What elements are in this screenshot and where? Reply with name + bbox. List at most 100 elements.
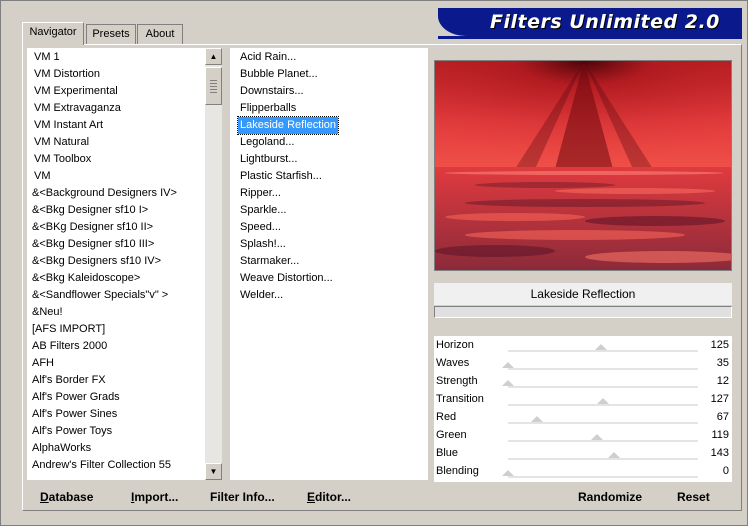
- category-item[interactable]: &<Bkg Designer sf10 III>: [32, 236, 154, 253]
- parameter-slider-thumb[interactable]: [502, 362, 514, 368]
- category-item[interactable]: VM Natural: [34, 134, 89, 151]
- filter-item[interactable]: Plastic Starfish...: [238, 168, 324, 185]
- category-item[interactable]: &<BKg Designer sf10 II>: [32, 219, 153, 236]
- progress-bar: [434, 306, 732, 318]
- category-list[interactable]: VM 1 VM Distortion VM Experimental VM Extra…: [27, 48, 222, 480]
- parameter-slider-track[interactable]: [508, 404, 698, 406]
- parameter-value: 67: [716, 411, 729, 423]
- filter-item[interactable]: Downstairs...: [238, 83, 306, 100]
- filter-list[interactable]: Acid Rain... Bubble Planet... Downstairs..…: [230, 48, 428, 480]
- category-item[interactable]: VM Instant Art: [34, 117, 103, 134]
- parameter-row[interactable]: Waves 35: [434, 354, 732, 372]
- category-item[interactable]: VM Distortion: [34, 66, 100, 83]
- filter-item[interactable]: Starmaker...: [238, 253, 301, 270]
- parameter-value: 0: [722, 465, 729, 477]
- parameter-slider-track[interactable]: [508, 350, 698, 352]
- category-item[interactable]: VM Extravaganza: [34, 100, 121, 117]
- parameter-value: 125: [710, 339, 729, 351]
- category-item[interactable]: Alf's Power Grads: [32, 389, 120, 406]
- parameter-slider-thumb[interactable]: [502, 470, 514, 476]
- filter-info-button[interactable]: Filter Info...: [210, 489, 275, 505]
- category-item[interactable]: AlphaWorks: [32, 440, 91, 457]
- category-item[interactable]: VM 1: [34, 49, 60, 66]
- parameter-slider-thumb[interactable]: [595, 344, 608, 350]
- parameter-slider-thumb[interactable]: [597, 398, 609, 404]
- parameter-slider-thumb[interactable]: [608, 452, 621, 458]
- category-item[interactable]: VM Toolbox: [34, 151, 91, 168]
- database-button[interactable]: Database: [40, 489, 93, 505]
- parameter-slider-thumb[interactable]: [530, 416, 543, 422]
- category-item[interactable]: Andrew's Filter Collection 55: [32, 457, 171, 474]
- parameter-slider-track[interactable]: [508, 458, 698, 460]
- scroll-thumb[interactable]: [205, 67, 222, 105]
- filter-item[interactable]: Acid Rain...: [238, 49, 298, 66]
- parameter-row[interactable]: Blending 0: [434, 462, 732, 480]
- parameter-value: 12: [716, 375, 729, 387]
- category-item[interactable]: &<Sandflower Specials"v" >: [32, 287, 168, 304]
- category-item[interactable]: &<Bkg Kaleidoscope>: [32, 270, 140, 287]
- import-button[interactable]: Import...: [131, 489, 178, 505]
- parameter-value: 35: [716, 357, 729, 369]
- preview-caption: Lakeside Reflection: [434, 283, 732, 305]
- parameter-row[interactable]: Strength 12: [434, 372, 732, 390]
- filter-item[interactable]: Splash!...: [238, 236, 288, 253]
- parameter-slider-track[interactable]: [508, 368, 698, 370]
- filter-item[interactable]: Sparkle...: [238, 202, 288, 219]
- parameter-slider-thumb[interactable]: [502, 380, 514, 386]
- parameter-label: Transition: [436, 393, 484, 405]
- category-item[interactable]: VM Experimental: [34, 83, 118, 100]
- filter-item-selected[interactable]: Lakeside Reflection: [236, 116, 340, 135]
- app-title-banner: Filters Unlimited 2.0: [438, 8, 742, 36]
- filter-item[interactable]: Welder...: [238, 287, 285, 304]
- reset-button[interactable]: Reset: [677, 489, 710, 505]
- bottom-button-bar: Database Import... Filter Info... Editor…: [22, 482, 742, 510]
- category-item[interactable]: Alf's Power Toys: [32, 423, 112, 440]
- parameter-row[interactable]: Red 67: [434, 408, 732, 426]
- parameter-label: Strength: [436, 375, 478, 387]
- filter-item[interactable]: Lightburst...: [238, 151, 299, 168]
- parameter-label: Blue: [436, 447, 459, 459]
- parameter-slider-track[interactable]: [508, 422, 698, 424]
- category-item[interactable]: AB Filters 2000: [32, 338, 107, 355]
- parameter-label: Waves: [436, 357, 470, 369]
- banner-stripe: [438, 36, 742, 39]
- filter-item[interactable]: Weave Distortion...: [238, 270, 335, 287]
- lakeside-preview-graphic: [435, 61, 731, 270]
- category-item[interactable]: &<Bkg Designer sf10 I>: [32, 202, 148, 219]
- parameter-value: 119: [711, 429, 729, 441]
- editor-button[interactable]: Editor...: [307, 489, 351, 505]
- parameter-row[interactable]: Green 119: [434, 426, 732, 444]
- category-item[interactable]: [AFS IMPORT]: [32, 321, 105, 338]
- category-item[interactable]: &<Background Designers IV>: [32, 185, 177, 202]
- filter-item[interactable]: Speed...: [238, 219, 283, 236]
- category-item[interactable]: &Neu!: [32, 304, 63, 321]
- category-item[interactable]: &<Bkg Designers sf10 IV>: [32, 253, 161, 270]
- tab-presets[interactable]: Presets: [86, 24, 136, 44]
- parameter-label: Red: [436, 411, 457, 423]
- category-item[interactable]: VM: [34, 168, 51, 185]
- category-scrollbar[interactable]: ▲ ▼: [205, 48, 222, 480]
- category-item[interactable]: Alf's Power Sines: [32, 406, 117, 423]
- category-item[interactable]: Alf's Border FX: [32, 372, 106, 389]
- filter-item[interactable]: Bubble Planet...: [238, 66, 320, 83]
- parameter-slider-thumb[interactable]: [591, 434, 604, 440]
- parameter-row[interactable]: Blue 143: [434, 444, 732, 462]
- scroll-down-button[interactable]: ▼: [205, 463, 222, 480]
- parameter-slider-track[interactable]: [508, 386, 698, 388]
- parameter-row[interactable]: Transition 127: [434, 390, 732, 408]
- parameter-slider-track[interactable]: [508, 440, 698, 442]
- parameter-list: Horizon 125 Waves 35 Strength 12 Transition 127…: [434, 336, 732, 482]
- parameter-row[interactable]: Horizon 125: [434, 336, 732, 354]
- category-item[interactable]: AFH: [32, 355, 54, 372]
- tab-navigator[interactable]: Navigator: [22, 22, 84, 45]
- parameter-label: Blending: [436, 465, 479, 477]
- parameter-label: Horizon: [436, 339, 474, 351]
- tab-about[interactable]: About: [137, 24, 183, 44]
- filter-item[interactable]: Legoland...: [238, 134, 296, 151]
- randomize-button[interactable]: Randomize: [578, 489, 642, 505]
- filter-item[interactable]: Ripper...: [238, 185, 283, 202]
- filter-item[interactable]: Flipperballs: [238, 100, 298, 117]
- parameter-slider-track[interactable]: [508, 476, 698, 478]
- preview-image: [434, 60, 732, 271]
- scroll-up-button[interactable]: ▲: [205, 48, 222, 65]
